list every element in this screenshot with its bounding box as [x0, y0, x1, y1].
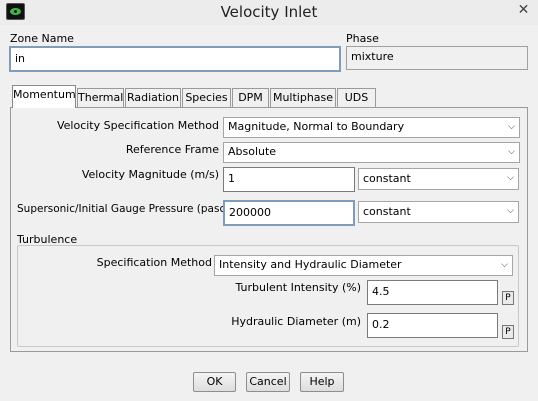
zone-name-field[interactable]: in	[9, 46, 341, 72]
chevron-down-icon: ⌵	[507, 173, 514, 183]
tab-dpm[interactable]: DPM	[232, 88, 269, 107]
tab-radiation[interactable]: Radiation	[125, 88, 181, 107]
phase-field: mixture	[346, 46, 528, 70]
velocity-magnitude-profile-value: constant	[363, 172, 411, 185]
chevron-down-icon: ⌵	[508, 147, 515, 157]
gauge-pressure-label: Supersonic/Initial Gauge Pressure (pasca…	[17, 203, 239, 215]
gauge-pressure-input[interactable]: 200000	[223, 200, 355, 226]
reference-frame-dropdown[interactable]: Absolute ⌵	[223, 142, 520, 163]
velocity-spec-method-label: Velocity Specification Method	[56, 119, 219, 132]
turbulent-intensity-label: Turbulent Intensity (%)	[235, 281, 361, 294]
window-title: Velocity Inlet	[220, 3, 318, 21]
tab-species[interactable]: Species	[182, 88, 231, 107]
tab-uds[interactable]: UDS	[337, 88, 376, 107]
velocity-magnitude-label: Velocity Magnitude (m/s)	[81, 168, 219, 181]
turbulent-intensity-param-button[interactable]: P	[502, 291, 514, 305]
turbulence-spec-method-value: Intensity and Hydraulic Diameter	[219, 258, 402, 271]
hydraulic-diameter-param-button[interactable]: P	[502, 325, 514, 339]
turbulent-intensity-input[interactable]: 4.5	[367, 280, 498, 305]
velocity-spec-method-value: Magnitude, Normal to Boundary	[228, 120, 405, 133]
hydraulic-diameter-label: Hydraulic Diameter (m)	[231, 315, 361, 328]
tab-thermal[interactable]: Thermal	[77, 88, 124, 107]
chevron-down-icon: ⌵	[508, 122, 515, 132]
turbulence-spec-method-label: Specification Method	[96, 256, 212, 269]
close-icon[interactable]: ✕	[509, 0, 538, 21]
help-button[interactable]: Help	[300, 372, 344, 392]
turbulence-spec-method-dropdown[interactable]: Intensity and Hydraulic Diameter ⌵	[214, 255, 513, 276]
chevron-down-icon: ⌵	[501, 260, 508, 270]
velocity-spec-method-dropdown[interactable]: Magnitude, Normal to Boundary ⌵	[223, 117, 520, 138]
phase-label: Phase	[346, 32, 379, 45]
hydraulic-diameter-input[interactable]: 0.2	[367, 313, 498, 338]
gauge-pressure-profile-dropdown[interactable]: constant ⌵	[358, 201, 519, 223]
cancel-button[interactable]: Cancel	[246, 372, 290, 392]
reference-frame-value: Absolute	[228, 145, 277, 158]
tab-momentum[interactable]: Momentum	[12, 85, 76, 108]
gauge-pressure-profile-value: constant	[363, 205, 411, 218]
zone-name-label: Zone Name	[10, 32, 74, 45]
ok-button[interactable]: OK	[193, 372, 236, 392]
velocity-magnitude-input[interactable]: 1	[223, 167, 355, 192]
tab-multiphase[interactable]: Multiphase	[270, 88, 336, 107]
chevron-down-icon: ⌵	[507, 206, 514, 216]
reference-frame-label: Reference Frame	[125, 143, 219, 156]
velocity-magnitude-profile-dropdown[interactable]: constant ⌵	[358, 168, 519, 190]
